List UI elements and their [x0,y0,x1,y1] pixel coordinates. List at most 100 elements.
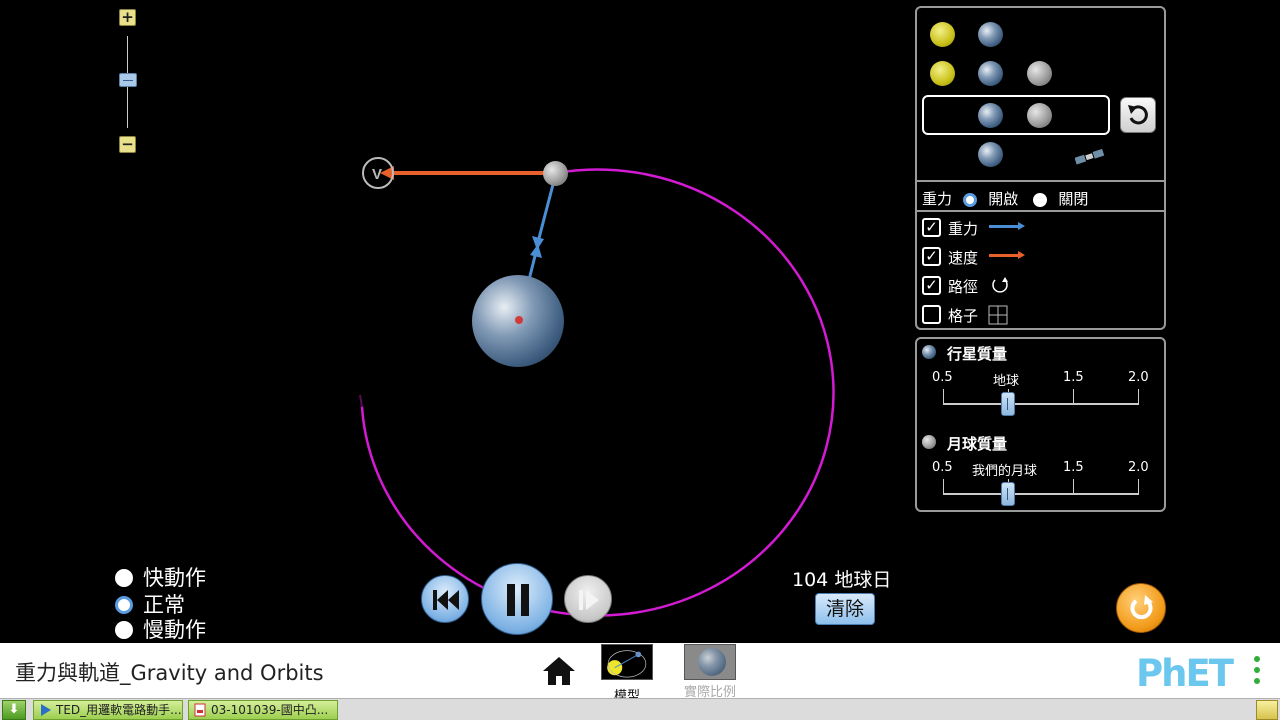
planet-mass-tick-label: 1.5 [1063,370,1084,385]
path-icon [992,277,1008,293]
panel-divider [917,210,1164,212]
screen-tab-to-scale[interactable]: 實際比例 [684,644,736,700]
moon-path [360,168,835,617]
scene-option-sun-earth[interactable] [917,16,1164,54]
navigation-bar: 重力與軌道_Gravity and Orbits 模型 實際比例 PhET [0,643,1280,704]
rewind-icon [433,590,459,610]
reset-all-button[interactable] [1116,583,1166,633]
grid-checkbox-label: 格子 [948,307,979,325]
planet-mass-slider-track[interactable] [943,403,1139,405]
speed-normal-radio[interactable] [115,596,133,614]
planet-mass-tick-label: 0.5 [932,370,953,385]
taskbar-item[interactable]: TED_用邏軟電路動手... [33,700,183,720]
path-checkbox-label: 路徑 [948,278,979,296]
scene-option-earth-satellite[interactable] [917,136,1164,174]
speed-fast-option[interactable]: 快動作 [115,562,206,590]
phet-logo[interactable]: PhET [1136,652,1234,695]
step-forward-button[interactable] [564,575,612,623]
moon-mass-slider-thumb[interactable] [1001,482,1015,506]
zoom-in-button[interactable]: + [119,9,136,26]
earth-center-marker [515,316,523,324]
earth-icon [698,648,726,676]
velocity-checkbox[interactable]: ✓ [922,247,941,266]
speed-slow-label: 慢動作 [143,618,206,642]
zoom-out-button[interactable]: − [119,136,136,153]
play-icon [41,704,51,716]
gravity-arrow-icon [989,222,1025,230]
moon-mass-tick-label: 1.5 [1063,460,1084,475]
moon-icon [1027,103,1052,128]
gravity-off-radio[interactable]: 關閉 [1033,189,1088,208]
gravity-off-radio-dot[interactable] [1033,192,1048,207]
to-scale-screen-thumbnail [684,644,736,680]
velocity-checkbox-label: 速度 [948,249,979,267]
model-screen-thumbnail [601,644,653,680]
reset-scene-button[interactable] [1120,97,1156,133]
moon-mass-tick [943,479,944,493]
clear-button[interactable]: 清除 [815,593,875,625]
gravity-checkbox-label: 重力 [948,220,979,238]
gravity-on-label: 開啟 [988,190,1019,208]
speed-slow-radio[interactable] [115,621,133,639]
play-area[interactable]: V + − 重力 開啟 關閉 ✓ 重力 ✓ 速度 ✓ 路徑 格子 行星質量 0.… [0,0,1280,643]
zoom-slider-thumb[interactable] [119,73,137,87]
moon-mass-tick-label: 我們的月球 [972,464,1038,479]
tray-icon[interactable] [1256,700,1278,720]
earth-icon [978,103,1003,128]
home-icon[interactable] [541,655,577,687]
phet-menu-icon[interactable] [1254,656,1260,689]
gravity-toggle-label: 重力 [922,190,953,208]
velocity-arrow-icon [989,251,1025,259]
mass-control-panel: 行星質量 0.5 地球 1.5 2.0 月球質量 0.5 我們的月球 1.5 2… [915,337,1166,512]
planet-mass-title: 行星質量 [947,345,1008,363]
gravity-on-radio[interactable]: 開啟 [963,189,1023,208]
panel-divider [917,180,1164,182]
earth-icon [978,142,1003,167]
satellite-icon [1075,148,1105,165]
step-forward-icon [579,590,599,610]
reset-arrow-icon [1128,105,1148,125]
grid-checkbox[interactable] [922,305,941,324]
grid-icon [988,305,1008,325]
speed-fast-radio[interactable] [115,569,133,587]
moon-icon [1027,61,1052,86]
gravity-on-radio-dot[interactable] [963,192,978,207]
speed-normal-option[interactable]: 正常 [115,589,185,617]
moon-mass-tick-label: 2.0 [1128,460,1149,475]
moon-body[interactable] [543,161,568,186]
taskbar-item[interactable]: 03-101039-國中凸... [188,700,338,720]
planet-mass-tick-label: 地球 [993,374,1020,389]
speed-slow-option[interactable]: 慢動作 [115,614,206,642]
moon-path-fade [359,394,363,408]
sun-icon [930,22,955,47]
screen-tab-model[interactable]: 模型 [601,644,653,704]
planet-mass-slider-thumb[interactable] [1001,392,1015,416]
elapsed-time: 104 地球日 [792,565,891,592]
moon-mass-slider-track[interactable] [943,493,1139,495]
planet-mass-tick [1073,389,1074,403]
download-arrow-icon[interactable]: ⬇ [2,700,26,720]
gravity-off-label: 關閉 [1058,190,1089,208]
scene-option-earth-moon[interactable] [922,95,1110,135]
gravity-checkbox[interactable]: ✓ [922,218,941,237]
scene-control-panel: 重力 開啟 關閉 ✓ 重力 ✓ 速度 ✓ 路徑 格子 [915,6,1166,330]
planet-mass-tick-label: 2.0 [1128,370,1149,385]
elapsed-time-value: 104 [792,569,829,591]
scene-option-sun-earth-moon[interactable] [917,55,1164,93]
planet-mass-icon [922,345,936,359]
planet-mass-tick [1138,389,1139,403]
pause-button[interactable] [481,563,553,635]
reset-all-icon [1130,595,1153,620]
taskbar-item-label: TED_用邏軟電路動手... [56,703,182,717]
sim-title: 重力與軌道_Gravity and Orbits [15,661,324,685]
gravity-toggle: 重力 開啟 關閉 [922,188,1162,210]
earth-icon [978,22,1003,47]
path-checkbox[interactable]: ✓ [922,276,941,295]
taskbar-item-label: 03-101039-國中凸... [211,703,329,717]
pdf-file-icon [194,703,206,717]
rewind-button[interactable] [421,575,469,623]
planet-mass-tick [943,389,944,403]
os-taskbar: ⬇ TED_用邏軟電路動手... 03-101039-國中凸... [0,698,1280,720]
moon-mass-icon [922,435,936,449]
earth-icon [978,61,1003,86]
